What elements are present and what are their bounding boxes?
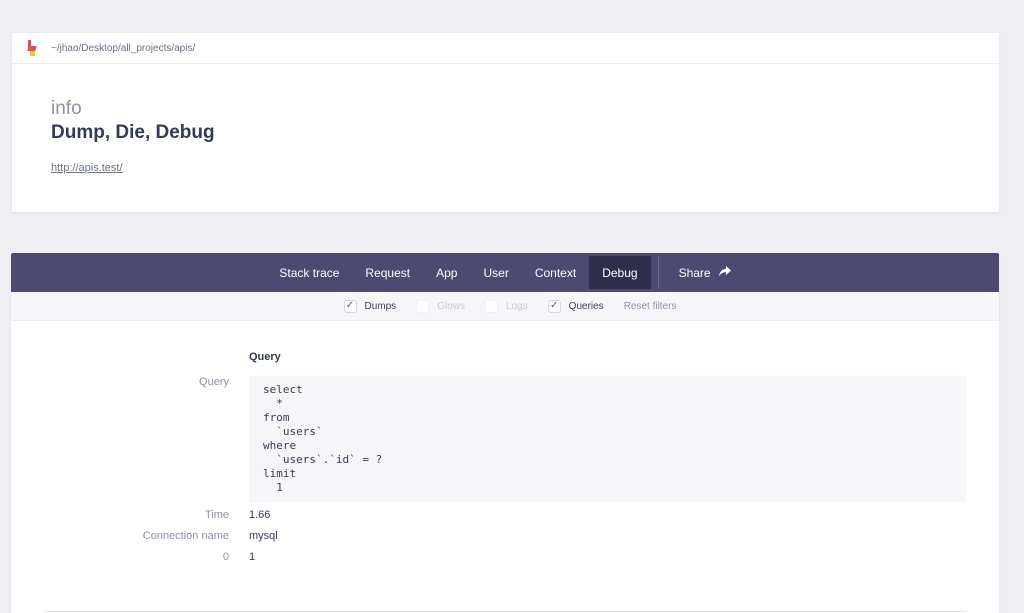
binding-label: 0	[222, 551, 229, 563]
connection-label: Connection name	[142, 530, 229, 542]
tab-stack-trace[interactable]: Stack trace	[266, 256, 352, 289]
share-button[interactable]: Share	[666, 256, 744, 289]
tab-user[interactable]: User	[470, 256, 521, 289]
checkbox-logs[interactable]	[484, 299, 498, 313]
filter-queries-label: Queries	[568, 300, 604, 312]
query-heading: Query	[249, 351, 281, 363]
details-card: Stack trace Request App User Context Deb…	[11, 253, 999, 613]
error-header-card: ~/jhao/Desktop/all_projects/apis/ info D…	[12, 33, 999, 212]
binding-value: 1	[249, 551, 256, 563]
time-label: Time	[204, 509, 229, 521]
filter-logs-label: Logs	[505, 300, 528, 312]
project-path: ~/jhao/Desktop/all_projects/apis/	[51, 42, 196, 54]
checkbox-dumps[interactable]: ✓	[343, 299, 357, 313]
query-code-block: select * from `users` where `users`.`id`…	[249, 376, 966, 502]
tab-request[interactable]: Request	[352, 256, 423, 289]
time-value: 1.66	[249, 509, 271, 521]
path-bar: ~/jhao/Desktop/all_projects/apis/	[12, 33, 999, 64]
exception-message: Dump, Die, Debug	[51, 122, 215, 143]
filter-queries[interactable]: ✓ Queries	[547, 299, 604, 313]
filter-dumps[interactable]: ✓ Dumps	[343, 299, 397, 313]
checkbox-glows[interactable]	[416, 299, 430, 313]
tab-app[interactable]: App	[423, 256, 470, 289]
exception-class: info	[51, 98, 82, 119]
ignition-logo-icon	[26, 40, 38, 56]
tab-debug[interactable]: Debug	[589, 256, 651, 289]
query-label: Query	[199, 376, 229, 388]
request-url-link[interactable]: http://apis.test/	[51, 162, 123, 174]
connection-value: mysql	[249, 530, 278, 542]
filter-glows[interactable]: Glows	[416, 299, 465, 313]
filter-bar: ✓ Dumps Glows Logs ✓ Queries Reset filte…	[11, 292, 999, 321]
filter-dumps-label: Dumps	[364, 300, 397, 312]
filter-logs[interactable]: Logs	[484, 299, 528, 313]
reset-filters-button[interactable]: Reset filters	[624, 301, 677, 312]
divider	[44, 611, 966, 612]
filter-glows-label: Glows	[437, 300, 465, 312]
tab-divider	[657, 256, 659, 289]
tab-context[interactable]: Context	[522, 256, 589, 289]
checkbox-queries[interactable]: ✓	[547, 299, 561, 313]
share-label: Share	[678, 265, 711, 280]
tab-bar: Stack trace Request App User Context Deb…	[11, 253, 999, 292]
share-arrow-icon	[718, 265, 731, 280]
